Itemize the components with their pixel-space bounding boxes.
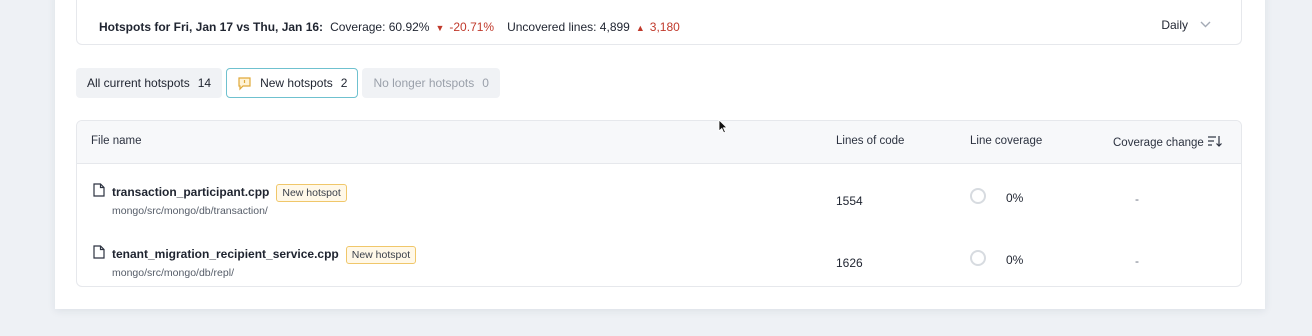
tab-no-longer-hotspots[interactable]: No longer hotspots 0 <box>362 68 500 98</box>
table-header: File name Lines of code Line coverage Co… <box>77 121 1241 164</box>
hotspots-table: File name Lines of code Line coverage Co… <box>76 120 1242 287</box>
column-header-coverage-change[interactable]: Coverage change <box>1113 135 1223 150</box>
mouse-pointer-icon <box>718 119 728 139</box>
hotspots-summary-bar: Hotspots for Fri, Jan 17 vs Thu, Jan 16:… <box>76 0 1242 45</box>
tab-label: New hotspots <box>260 76 333 90</box>
coverage-value: Coverage: 60.92% <box>330 20 430 34</box>
file-name[interactable]: transaction_participant.cpp New hotspot <box>112 184 347 202</box>
new-hotspot-badge: New hotspot <box>276 184 347 202</box>
period-dropdown[interactable]: Daily <box>1161 18 1211 32</box>
coverage-ring-icon <box>970 250 986 266</box>
tab-count: 0 <box>482 76 489 90</box>
chevron-down-icon <box>1200 19 1211 31</box>
coverage-delta: ▼ -20.71% <box>435 0 494 34</box>
comment-alert-icon <box>237 76 252 91</box>
file-name[interactable]: tenant_migration_recipient_service.cpp Ne… <box>112 246 417 264</box>
new-hotspot-badge: New hotspot <box>345 246 417 264</box>
uncovered-delta-value: 3,180 <box>649 20 680 34</box>
file-icon <box>93 183 105 197</box>
period-label: Daily <box>1161 18 1188 32</box>
tab-label: No longer hotspots <box>373 76 475 90</box>
coverage-ring-icon <box>970 188 986 204</box>
table-row[interactable]: transaction_participant.cpp New hotspot m… <box>77 164 1241 226</box>
uncovered-delta: ▲ 3,180 <box>636 0 680 34</box>
lines-of-code-value: 1554 <box>836 194 863 208</box>
summary-title: Hotspots for Fri, Jan 17 vs Thu, Jan 16: <box>99 20 324 34</box>
tab-new-hotspots[interactable]: New hotspots 2 <box>226 68 359 98</box>
tab-count: 2 <box>340 76 348 90</box>
column-header-file-name[interactable]: File name <box>91 135 142 147</box>
coverage-change-value: - <box>1135 192 1139 206</box>
table-row[interactable]: tenant_migration_recipient_service.cpp Ne… <box>77 226 1241 286</box>
column-header-label: Coverage change <box>1113 136 1204 149</box>
coverage-change-value: - <box>1135 254 1139 268</box>
tab-count: 14 <box>197 76 212 90</box>
coverage-delta-value: -20.71% <box>449 20 495 34</box>
line-coverage-value: 0% <box>1006 253 1024 267</box>
file-path: mongo/src/mongo/db/transaction/ <box>112 205 268 217</box>
arrow-down-icon: ▼ <box>435 23 445 33</box>
uncovered-lines-value: Uncovered lines: 4,899 <box>507 20 630 34</box>
tab-label: All current hotspots <box>87 76 190 90</box>
column-header-line-coverage[interactable]: Line coverage <box>970 135 1042 147</box>
column-header-lines-of-code[interactable]: Lines of code <box>836 135 904 147</box>
arrow-up-icon: ▲ <box>635 23 645 33</box>
file-path: mongo/src/mongo/db/repl/ <box>112 267 234 279</box>
sort-descending-icon[interactable] <box>1207 135 1223 150</box>
tab-all-current-hotspots[interactable]: All current hotspots 14 <box>76 68 223 98</box>
hotspots-card: Hotspots for Fri, Jan 17 vs Thu, Jan 16:… <box>55 0 1265 309</box>
lines-of-code-value: 1626 <box>836 256 863 270</box>
file-name-text: transaction_participant.cpp <box>112 185 270 199</box>
file-icon <box>93 245 105 259</box>
file-name-text: tenant_migration_recipient_service.cpp <box>112 247 339 261</box>
hotspot-tabs: All current hotspots 14 New hotspots 2 N… <box>76 68 500 98</box>
line-coverage-value: 0% <box>1006 191 1024 205</box>
